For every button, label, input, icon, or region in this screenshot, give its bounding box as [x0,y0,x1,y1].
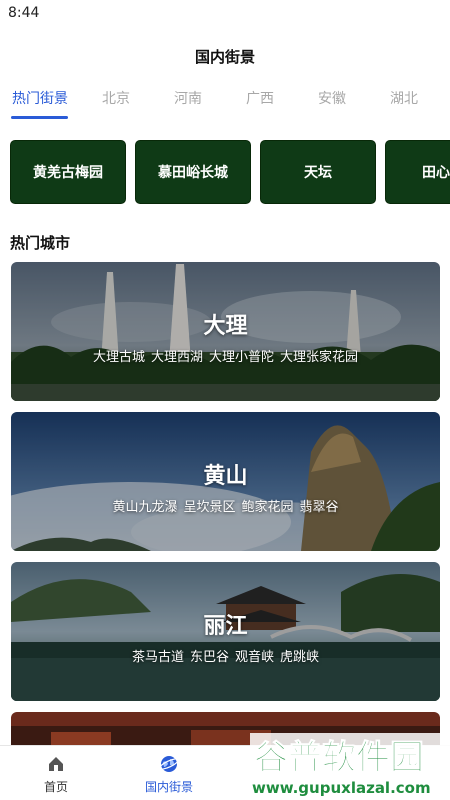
spot-label[interactable]: 呈坎景区 [183,500,235,515]
region-tabs: 热门街景 北京 河南 广西 安徽 湖北 [0,88,450,122]
city-spots: 大理古城 大理西湖 大理小普陀 大理张家花园 [11,346,440,365]
tab-hubei[interactable]: 湖北 [390,88,418,108]
svg-text:谷普软件园: 谷普软件园 [254,738,424,778]
nav-home-label: 首页 [43,780,68,794]
city-spots: 茶马古道 东巴谷 观音峡 虎跳峡 [11,646,440,665]
page-title: 国内街景 [194,48,255,66]
spot-label[interactable]: 大理张家花园 [280,350,358,365]
spot-label[interactable]: 翡翠谷 [300,500,339,515]
chip-spot[interactable]: 天坛 [260,140,376,204]
tab-hot[interactable]: 热门街景 [12,88,68,108]
section-title: 热门城市 [10,234,71,252]
chip-spot[interactable]: 田心镇 [385,140,450,204]
active-tab-indicator [11,116,68,119]
spot-label[interactable]: 观音峡 [235,650,274,665]
spot-label[interactable]: 大理小普陀 [209,350,274,365]
chip-spot[interactable]: 黄羌古梅园 [10,140,126,204]
city-name: 丽江 [203,614,248,639]
spot-label[interactable]: 虎跳峡 [280,650,319,665]
spot-label[interactable]: 黄山九龙瀑 [112,500,177,515]
spot-label[interactable]: 东巴谷 [190,650,229,665]
tab-guangxi[interactable]: 广西 [246,88,274,108]
chip-spot[interactable]: 慕田峪长城 [135,140,251,204]
city-card-lijiang[interactable]: 丽江 茶马古道 东巴谷 观音峡 虎跳峡 [11,562,440,701]
tab-henan[interactable]: 河南 [174,88,202,108]
globe-icon [159,756,179,772]
city-card-huangshan[interactable]: 黄山 黄山九龙瀑 呈坎景区 鲍家花园 翡翠谷 [11,412,440,551]
svg-text:www.gupuxlazal.com: www.gupuxlazal.com [252,779,431,797]
watermark-logo: 谷普软件园 www.gupuxlazal.com [250,733,450,797]
tab-beijing[interactable]: 北京 [102,88,130,108]
city-card-dali[interactable]: 大理 大理古城 大理西湖 大理小普陀 大理张家花园 [11,262,440,401]
nav-home[interactable]: 首页 [11,754,101,795]
spot-label[interactable]: 大理古城 [93,350,145,365]
nav-domestic[interactable]: 国内街景 [124,754,214,795]
status-bar: 8:44 [0,0,450,26]
spot-label[interactable]: 大理西湖 [151,350,203,365]
city-name: 黄山 [203,464,248,489]
spot-label[interactable]: 鲍家花园 [242,500,294,515]
city-name: 大理 [203,314,248,339]
city-spots: 黄山九龙瀑 呈坎景区 鲍家花园 翡翠谷 [11,496,440,515]
nav-domestic-label: 国内街景 [144,780,193,794]
spot-label[interactable]: 茶马古道 [132,650,184,665]
home-icon [49,757,63,771]
watermark: 谷普软件园 www.gupuxlazal.com [250,727,450,799]
spot-chip-row: 黄羌古梅园 慕田峪长城 天坛 田心镇 [10,140,450,206]
tab-anhui[interactable]: 安徽 [318,88,346,108]
status-time: 8:44 [8,5,40,21]
